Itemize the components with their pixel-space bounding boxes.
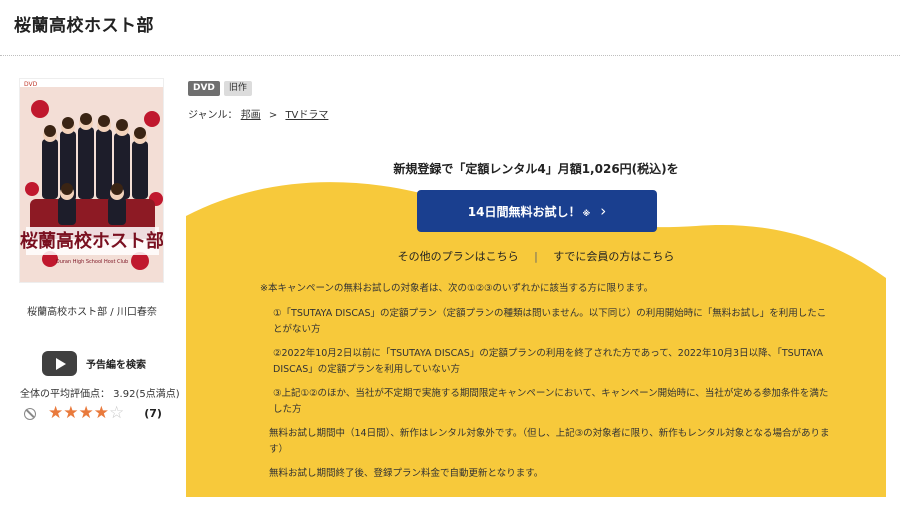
breadcrumb-separator: > — [268, 110, 278, 121]
trial-note: 無料お試し期間中（14日間）、新作はレンタル対象外です。（但し、上記③の対象者に… — [269, 428, 830, 455]
old-release-badge: 旧作 — [223, 81, 252, 96]
cover-logo-text: 桜蘭高校ホスト部 — [20, 230, 164, 252]
badges: DVD 旧作 — [188, 81, 252, 96]
star-icon-filled: ★ — [78, 403, 94, 423]
rating-stars: ★ ★ ★ ★ ☆ — [48, 405, 124, 422]
member-login-link[interactable]: すでに会員の方はこちら — [553, 250, 674, 263]
play-icon — [42, 351, 77, 376]
trailer-search-button[interactable]: 予告編を検索 — [42, 351, 146, 376]
link-divider: | — [534, 250, 538, 263]
other-plans-link[interactable]: その他のプランはこちら — [398, 250, 519, 263]
campaign-notes: ※本キャンペーンの無料お試しの対象者は、次の①②③のいずれかに該当する方に限りま… — [260, 281, 830, 490]
item-caption: 桜蘭高校ホスト部 / 川口春奈 — [27, 307, 157, 318]
genre-link-parent[interactable]: 邦画 — [241, 110, 261, 121]
cover-image[interactable]: DVD 桜蘭高校ホスト部 Ouran High School Host Club — [19, 78, 164, 283]
chevron-right-icon: › — [600, 202, 607, 220]
free-trial-label: 14日間無料お試し！ — [467, 204, 581, 219]
free-trial-button[interactable]: 14日間無料お試し！ ※ › — [417, 190, 657, 232]
cover-dvd-label: DVD — [24, 81, 38, 88]
condition-2: ②2022年10月2日以前に「TSUTAYA DISCAS」の定額プランの利用を… — [273, 348, 824, 375]
star-icon-filled: ★ — [63, 403, 79, 423]
free-trial-note-mark: ※ — [582, 208, 591, 218]
notes-intro: ※本キャンペーンの無料お試しの対象者は、次の①②③のいずれかに該当する方に限りま… — [260, 283, 654, 294]
review-count-link[interactable]: (7) — [144, 407, 162, 420]
genre-breadcrumb: ジャンル： 邦画 > TVドラマ — [188, 106, 328, 121]
prohibited-icon[interactable] — [24, 407, 36, 420]
plan-links: その他のプランはこちら | すでに会員の方はこちら — [186, 248, 886, 264]
condition-1: ①「TSUTAYA DISCAS」の定額プラン（定額プランの種類は問いません。以… — [273, 308, 827, 335]
page-title: 桜蘭高校ホスト部 — [14, 16, 154, 36]
star-icon-empty: ☆ — [109, 403, 125, 423]
cover-subtitle: Ouran High School Host Club — [56, 259, 128, 265]
format-badge: DVD — [188, 81, 220, 96]
genre-label: ジャンル： — [188, 110, 238, 121]
star-icon-filled: ★ — [48, 403, 64, 423]
title-divider — [0, 55, 900, 56]
condition-3: ③上記①②のほか、当社が不定期で実施する期間限定キャンペーンにおいて、キャンペー… — [273, 388, 829, 415]
trailer-label: 予告編を検索 — [86, 360, 146, 371]
rating-row: ★ ★ ★ ★ ☆ (7) — [24, 405, 162, 422]
campaign-headline: 新規登録で「定額レンタル4」月額1,026円(税込)を — [393, 162, 679, 176]
genre-link-child[interactable]: TVドラマ — [285, 110, 328, 121]
renewal-note: 無料お試し期間終了後、登録プラン料金で自動更新となります。 — [269, 468, 544, 479]
star-icon-filled: ★ — [93, 403, 109, 423]
cover-art: DVD 桜蘭高校ホスト部 Ouran High School Host Club — [20, 79, 164, 282]
average-rating: 全体の平均評価点： 3.92(5点満点) — [20, 389, 180, 400]
